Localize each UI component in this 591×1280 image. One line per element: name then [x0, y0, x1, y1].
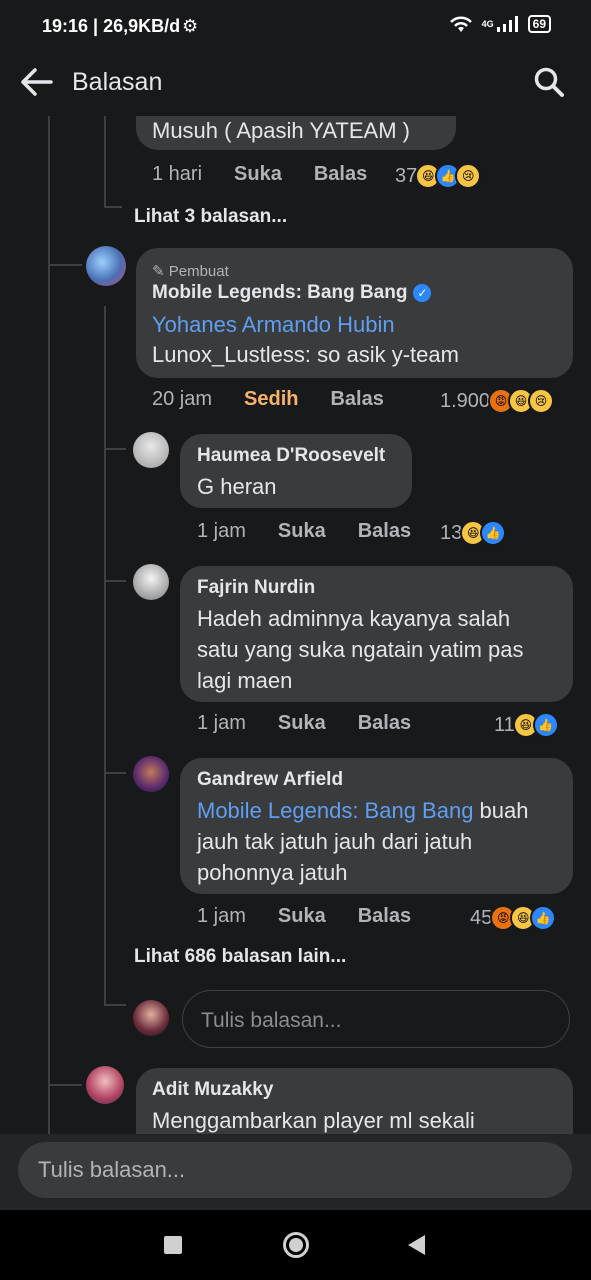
comment-text: buah: [473, 798, 529, 823]
comment-time: 1 jam: [197, 712, 246, 734]
comment-author[interactable]: Haumea D'Roosevelt: [197, 445, 385, 467]
creator-badge-label: Pembuat: [168, 263, 229, 280]
reaction-count: 1.900: [440, 389, 491, 412]
thread-line: [104, 206, 122, 208]
comment-text-line: Mobile Legends: Bang Bang buah: [197, 795, 529, 826]
inline-reply-input[interactable]: Tulis balasan...: [182, 990, 570, 1048]
reaction-summary[interactable]: 45 😡 😆 👍: [470, 905, 557, 931]
comment-meta: 1 jam Suka Balas: [197, 520, 443, 543]
reply-button[interactable]: Balas: [358, 520, 411, 543]
comment-text-line: jauh tak jatuh jauh dari jatuh: [197, 829, 473, 854]
comment-text: Lunox_Lustless: so asik y-team: [152, 342, 459, 367]
signal-icon: [496, 16, 518, 32]
reaction-count: 11: [494, 713, 515, 736]
comment-text: Menggambarkan player ml sekali: [152, 1108, 475, 1133]
mention-link[interactable]: Yohanes Armando Hubin: [152, 309, 395, 340]
comment-text-line: pohonnya jatuh: [197, 860, 348, 885]
like-button[interactable]: Suka: [278, 712, 326, 735]
like-reaction-icon: 👍: [530, 905, 557, 931]
comment-text-line: lagi maen: [197, 668, 293, 693]
avatar[interactable]: [133, 564, 169, 600]
view-replies-link[interactable]: Lihat 3 balasan...: [134, 206, 287, 228]
comment-text: G heran: [197, 474, 277, 499]
reaction-summary[interactable]: 11 😆 👍: [494, 712, 559, 738]
reply-thread[interactable]: Musuh ( Apasih YATEAM ) 1 hari Suka Bala…: [0, 116, 591, 1134]
thread-line: [48, 264, 82, 266]
search-icon: [534, 67, 564, 97]
reply-button[interactable]: Balas: [358, 905, 411, 928]
network-type: 4G: [481, 19, 494, 29]
creator-badge: ✎ Pembuat: [152, 262, 229, 280]
reaction-summary[interactable]: 13 😆 👍: [440, 520, 507, 546]
sad-reaction-icon: 😢: [528, 388, 555, 414]
comment-text: Musuh ( Apasih YATEAM ): [152, 118, 410, 143]
back-button[interactable]: [16, 62, 56, 102]
comment-text-line: satu yang suka ngatain yatim pas: [197, 637, 524, 662]
user-avatar: [133, 1000, 169, 1036]
like-reaction-icon: 👍: [532, 712, 559, 738]
reaction-count: 13: [440, 521, 463, 544]
comment-author[interactable]: Adit Muzakky: [152, 1079, 273, 1101]
comment-time: 20 jam: [152, 388, 213, 410]
comment-author[interactable]: Fajrin Nurdin: [197, 577, 315, 599]
reply-button[interactable]: Balas: [358, 712, 411, 735]
mention-link[interactable]: Mobile Legends: Bang Bang: [197, 798, 473, 823]
like-button[interactable]: Suka: [278, 905, 326, 928]
avatar[interactable]: [86, 246, 126, 286]
back-triangle-icon[interactable]: [406, 1234, 426, 1256]
comment-meta: 1 hari Suka Balas: [152, 163, 399, 186]
like-reaction-icon: 👍: [480, 520, 507, 546]
pencil-icon: ✎: [152, 263, 165, 280]
reaction-count: 45: [470, 906, 493, 929]
avatar[interactable]: [133, 432, 169, 468]
home-dot-icon: [289, 1238, 303, 1252]
sad-reaction-icon: 😢: [455, 163, 482, 189]
status-bar: 19:16 | 26,9KB/d ⚙ 4G 69: [0, 0, 591, 54]
comment-author-row: Mobile Legends: Bang Bang ✓: [152, 282, 432, 304]
avatar[interactable]: [133, 756, 169, 792]
comment-meta: 20 jam Sedih Balas: [152, 388, 416, 411]
reaction-button[interactable]: Sedih: [244, 388, 298, 411]
thread-line: [104, 772, 126, 774]
back-arrow-icon: [21, 68, 53, 96]
like-button[interactable]: Suka: [278, 520, 326, 543]
comment-meta: 1 jam Suka Balas: [197, 712, 443, 735]
thread-line: [104, 1004, 126, 1006]
thread-line: [104, 306, 106, 1006]
comment-text-line: Hadeh adminnya kayanya salah: [197, 606, 511, 631]
comment-time: 1 jam: [197, 905, 246, 927]
comment-author[interactable]: Mobile Legends: Bang Bang: [152, 282, 407, 304]
thread-line: [104, 116, 106, 208]
settings-gear-icon: ⚙: [182, 16, 199, 36]
thread-line: [104, 448, 126, 450]
page-title: Balasan: [72, 68, 163, 96]
avatar[interactable]: [86, 1066, 124, 1104]
system-nav-bar: [0, 1210, 591, 1280]
like-button[interactable]: Suka: [234, 163, 282, 186]
thread-line: [48, 1084, 82, 1086]
comment-time: 1 hari: [152, 163, 203, 185]
wifi-icon: [449, 16, 472, 32]
comment-author[interactable]: Gandrew Arfield: [197, 769, 343, 791]
status-time: 19:16 | 26,9KB/d: [42, 16, 181, 36]
reaction-count: 37: [395, 164, 418, 187]
compose-bar: Tulis balasan...: [0, 1134, 591, 1210]
comment-time: 1 jam: [197, 520, 246, 542]
battery-icon: 69: [527, 15, 551, 33]
reply-button[interactable]: Balas: [314, 163, 367, 186]
recents-button[interactable]: [164, 1236, 182, 1254]
reaction-summary[interactable]: 1.900 😡 😆 😢: [440, 388, 555, 414]
comment-meta: 1 jam Suka Balas: [197, 905, 443, 928]
compose-reply-input[interactable]: Tulis balasan...: [18, 1142, 572, 1198]
search-button[interactable]: [529, 62, 569, 102]
status-icons: 4G 69: [448, 14, 551, 34]
verified-badge-icon: ✓: [413, 284, 432, 302]
reply-button[interactable]: Balas: [330, 388, 383, 411]
view-more-replies-link[interactable]: Lihat 686 balasan lain...: [134, 946, 346, 968]
home-button[interactable]: [283, 1232, 309, 1258]
thread-line: [104, 580, 126, 582]
thread-line: [48, 116, 50, 1134]
app-header: Balasan: [0, 54, 591, 116]
reaction-summary[interactable]: 37 😆 👍 😢: [395, 163, 482, 189]
